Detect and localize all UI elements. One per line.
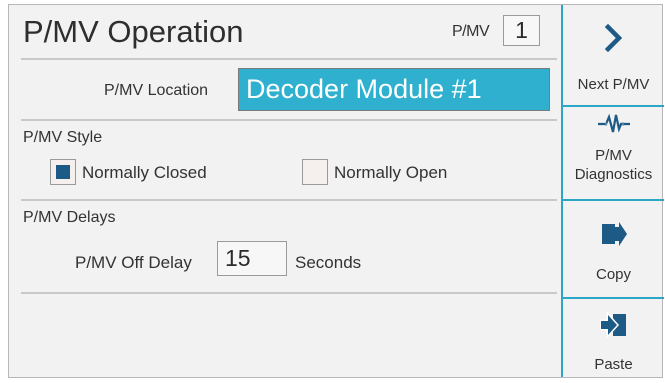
- normally-closed-label: Normally Closed: [82, 163, 207, 182]
- next-pmv-button[interactable]: Next P/MV: [563, 5, 664, 105]
- copy-button[interactable]: Copy: [563, 201, 664, 297]
- normally-open-checkbox[interactable]: [302, 159, 328, 185]
- pulse-icon: [563, 113, 664, 135]
- pmv-location-field[interactable]: Decoder Module #1: [238, 68, 550, 111]
- copy-export-icon: [563, 220, 664, 248]
- divider: [21, 119, 557, 121]
- main-panel: P/MV Operation P/MV 1 P/MV Location Deco…: [9, 5, 561, 377]
- pmv-delays-label: P/MV Delays: [23, 209, 116, 226]
- pmv-diagnostics-label-line1: P/MV: [595, 147, 632, 164]
- divider: [21, 58, 557, 60]
- pmv-style-label: P/MV Style: [23, 129, 103, 146]
- pmv-off-delay-field[interactable]: 15: [217, 241, 287, 276]
- chevron-right-icon: [563, 23, 664, 53]
- paste-label: Paste: [594, 356, 633, 373]
- divider: [21, 199, 557, 201]
- controller-screen: P/MV Operation P/MV 1 P/MV Location Deco…: [8, 4, 664, 378]
- copy-label: Copy: [595, 266, 632, 283]
- seconds-unit-label: Seconds: [295, 253, 362, 272]
- pmv-number-field[interactable]: 1: [503, 15, 540, 46]
- pmv-diagnostics-label-line2: Diagnostics: [574, 166, 653, 183]
- normally-closed-checkbox[interactable]: [50, 159, 76, 185]
- pmv-location-label: P/MV Location: [104, 82, 209, 99]
- pmv-diagnostics-button[interactable]: P/MV Diagnostics: [563, 107, 664, 199]
- paste-import-icon: [563, 311, 664, 339]
- pmv-off-delay-label: P/MV Off Delay: [75, 253, 192, 272]
- checkbox-checked-mark: [56, 165, 70, 179]
- pmv-number-label: P/MV: [452, 23, 490, 40]
- divider: [21, 292, 557, 294]
- next-pmv-label: Next P/MV: [577, 76, 650, 93]
- page-title: P/MV Operation: [23, 14, 244, 49]
- normally-open-label: Normally Open: [334, 163, 448, 182]
- paste-button[interactable]: Paste: [563, 299, 664, 377]
- side-button-panel: Next P/MV P/MV Diagnostics Copy Paste: [561, 5, 664, 377]
